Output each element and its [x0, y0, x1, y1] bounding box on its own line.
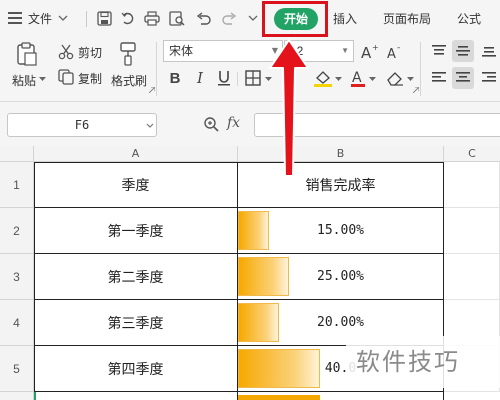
row-header-6[interactable]	[0, 392, 34, 400]
table-left-border	[34, 162, 35, 392]
rate-value: 15.00%	[317, 223, 364, 238]
align-left-icon[interactable]	[428, 67, 450, 89]
copy-label[interactable]: 复制	[78, 70, 102, 87]
row-header-3[interactable]: 3	[0, 254, 34, 300]
cell-b2[interactable]: 15.00%	[238, 208, 444, 254]
column-header-c[interactable]: C	[444, 146, 500, 162]
svg-text:-: -	[397, 43, 400, 53]
font-color-dropdown-icon[interactable]	[368, 74, 376, 84]
hamburger-menu-icon[interactable]	[6, 9, 24, 27]
print-icon[interactable]	[143, 9, 161, 27]
rate-value: 25.00%	[317, 269, 364, 284]
paste-icon[interactable]	[15, 41, 39, 67]
undo-history-icon[interactable]	[119, 9, 137, 27]
clipboard-group-expand-icon[interactable]	[148, 86, 156, 94]
align-center-icon[interactable]	[452, 67, 474, 89]
watermark-text: 软件技巧	[346, 336, 500, 388]
ribbon-divider	[237, 72, 238, 86]
align-right-icon[interactable]	[478, 67, 500, 89]
format-painter-icon[interactable]	[116, 41, 140, 67]
tab-insert[interactable]: 插入	[333, 10, 357, 28]
eraser-icon[interactable]	[384, 68, 406, 88]
font-group-expand-icon[interactable]	[412, 86, 420, 94]
cell-b3[interactable]: 25.00%	[238, 254, 444, 300]
svg-text:A: A	[387, 47, 396, 59]
tab-page-layout[interactable]: 页面布局	[383, 10, 431, 28]
row-header-2[interactable]: 2	[0, 208, 34, 254]
ribbon-divider	[420, 42, 421, 96]
red-arrow-icon	[269, 39, 309, 177]
chevron-down-icon[interactable]	[54, 9, 72, 27]
svg-text:A: A	[352, 70, 362, 86]
font-color-icon[interactable]: A	[348, 68, 368, 88]
row-header-1[interactable]: 1	[0, 162, 34, 208]
ribbon-toolbar: 粘贴 剪切 复制 格式刷 宋体 ▼ 12 ▼ A+ A- B I	[0, 38, 500, 102]
decrease-font-size-icon[interactable]: A-	[386, 41, 406, 61]
redo-icon[interactable]	[220, 9, 238, 27]
clear-dropdown-icon[interactable]	[406, 74, 414, 84]
cell-c1[interactable]	[444, 162, 500, 208]
font-name-value: 宋体	[169, 44, 194, 58]
zoom-search-icon[interactable]	[202, 115, 220, 133]
menu-bar: 文件 开始 插入 页面布局 公式	[0, 0, 500, 38]
save-icon[interactable]	[95, 9, 113, 27]
cell-a3[interactable]: 第二季度	[34, 254, 238, 300]
fill-color-icon[interactable]	[312, 68, 334, 88]
paste-label[interactable]: 粘贴	[12, 72, 36, 89]
italic-icon[interactable]: I	[191, 68, 209, 88]
cell-a2[interactable]: 第一季度	[34, 208, 238, 254]
print-preview-icon[interactable]	[168, 9, 186, 27]
select-all-corner[interactable]	[0, 146, 34, 162]
cell-c3[interactable]	[444, 254, 500, 300]
row-header-4[interactable]: 4	[0, 300, 34, 346]
tab-formulas[interactable]: 公式	[457, 10, 481, 28]
formula-bar: F6 fx	[0, 102, 500, 146]
name-box[interactable]: F6	[7, 113, 157, 137]
file-menu[interactable]: 文件	[28, 10, 52, 28]
column-header-a[interactable]: A	[34, 146, 238, 162]
cell-a1[interactable]: 季度	[34, 163, 238, 208]
data-bar	[238, 395, 320, 400]
svg-text:A: A	[361, 44, 372, 59]
scissors-icon[interactable]	[57, 43, 75, 61]
cell-a6[interactable]	[34, 392, 238, 400]
bold-icon[interactable]: B	[166, 68, 184, 88]
chevron-down-icon[interactable]: ▼	[341, 41, 349, 61]
align-middle-icon[interactable]	[452, 40, 474, 62]
cut-label[interactable]: 剪切	[78, 44, 102, 61]
tab-home[interactable]: 开始	[274, 8, 318, 30]
svg-text:+: +	[372, 43, 379, 52]
cell-c2[interactable]	[444, 208, 500, 254]
copy-icon[interactable]	[57, 68, 75, 86]
align-bottom-icon[interactable]	[478, 40, 500, 62]
menu-divider	[86, 11, 87, 27]
underline-icon[interactable]	[215, 68, 233, 88]
format-painter-label[interactable]: 格式刷	[111, 72, 147, 89]
undo-icon[interactable]	[194, 9, 212, 27]
increase-font-size-icon[interactable]: A +	[360, 41, 380, 61]
row-header-5[interactable]: 5	[0, 346, 34, 392]
cell-b6[interactable]	[238, 392, 444, 400]
insert-function-button[interactable]: fx	[227, 115, 240, 131]
fill-color-dropdown-icon[interactable]	[334, 74, 342, 84]
cell-reference: F6	[74, 118, 90, 132]
name-box-dropdown-icon[interactable]	[145, 120, 155, 130]
align-top-icon[interactable]	[428, 40, 450, 62]
ribbon-divider	[156, 42, 157, 96]
paste-dropdown-icon[interactable]	[38, 74, 46, 84]
cell-a5[interactable]: 第四季度	[34, 346, 238, 392]
quick-access-dropdown-icon[interactable]	[244, 9, 262, 27]
borders-icon[interactable]	[243, 68, 263, 88]
cell-a4[interactable]: 第三季度	[34, 300, 238, 346]
